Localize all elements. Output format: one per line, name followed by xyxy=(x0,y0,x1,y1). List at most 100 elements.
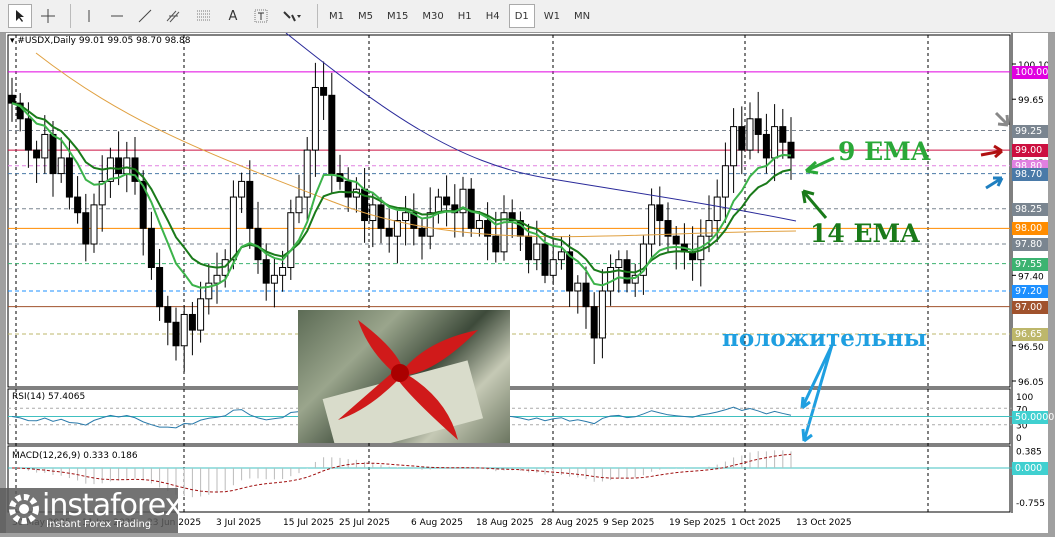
candle-body xyxy=(598,290,606,339)
candle-body xyxy=(188,313,196,331)
symbol-label: #USDX,Daily xyxy=(17,36,76,46)
candle-body xyxy=(557,251,565,261)
equidistant-channel-icon[interactable] xyxy=(161,4,187,28)
candle-body xyxy=(672,235,680,245)
price-tag: 97.80 xyxy=(1012,238,1048,252)
crosshair-tool[interactable] xyxy=(36,4,60,28)
candle-body xyxy=(443,196,451,206)
candle-body xyxy=(213,274,221,284)
text-label-icon[interactable] xyxy=(249,4,273,28)
candle-body xyxy=(279,267,287,276)
macd-tick: -0.755 xyxy=(1016,499,1045,509)
axis-tick-label: 96.05 xyxy=(1018,378,1044,388)
timeframe-m5[interactable]: M5 xyxy=(353,4,378,28)
candle-body xyxy=(467,188,475,229)
trendline-tool[interactable] xyxy=(133,4,157,28)
price-tag: 98.25 xyxy=(1012,202,1048,216)
candle-body xyxy=(385,227,393,237)
candle-body xyxy=(525,235,533,261)
arrows-dropdown-icon[interactable] xyxy=(277,4,307,28)
timeframe-mn[interactable]: MN xyxy=(569,4,595,28)
price-tag: 100.00 xyxy=(1012,65,1048,79)
candle-body xyxy=(270,274,278,284)
chart-canvas[interactable]: 100.1099.6598.8597.4096.5096.05100703000… xyxy=(6,32,1050,533)
logo-brand: instaforex xyxy=(42,488,182,523)
candle-body xyxy=(311,86,319,151)
candle-body xyxy=(648,204,656,245)
date-label: 18 Aug 2025 xyxy=(476,518,534,528)
timeframe-h1[interactable]: H1 xyxy=(453,4,477,28)
candle-body xyxy=(320,86,328,96)
timeframe-h4[interactable]: H4 xyxy=(481,4,505,28)
price-tag: 97.55 xyxy=(1012,257,1048,271)
candle-body xyxy=(533,243,541,261)
candle-body xyxy=(156,267,164,308)
ema9-annotation: 9 EMA xyxy=(838,137,931,166)
text-tool[interactable]: A xyxy=(221,4,245,28)
candle-body xyxy=(147,227,155,269)
timeframe-w1[interactable]: W1 xyxy=(539,4,565,28)
ohlc-values: 99.01 99.05 98.70 98.88 xyxy=(78,36,191,46)
timeframe-m15[interactable]: M15 xyxy=(382,4,413,28)
timeframe-m30[interactable]: M30 xyxy=(417,4,448,28)
candle-body xyxy=(492,235,500,253)
candle-body xyxy=(746,118,754,151)
blue-arrow xyxy=(985,176,1004,190)
candle-body xyxy=(582,282,590,308)
macd-label: MACD(12,26,9) 0.333 0.186 xyxy=(12,451,138,461)
date-label: 9 Sep 2025 xyxy=(603,518,654,528)
candle-body xyxy=(123,157,131,175)
rsi-tick: 0 xyxy=(1016,434,1022,444)
date-label: 25 Jul 2025 xyxy=(339,518,390,528)
candle-body xyxy=(229,196,237,261)
toolbar: A M1 M5 M15 M30 H1 H4 D1 W1 MN xyxy=(0,0,1055,33)
candle-body xyxy=(549,259,557,276)
candle-body xyxy=(615,259,623,269)
date-label: 15 Jul 2025 xyxy=(283,518,334,528)
positive-arrows xyxy=(800,344,834,443)
candle-body xyxy=(402,212,410,222)
candle-body xyxy=(295,196,303,214)
candle-body xyxy=(65,157,73,198)
candle-body xyxy=(369,204,377,222)
axis-tick-label: 96.50 xyxy=(1018,343,1044,353)
candle-body xyxy=(180,313,188,347)
red-arrow xyxy=(980,144,1003,159)
candle-body xyxy=(164,306,172,323)
gray-arrow xyxy=(994,111,1010,127)
candle-body xyxy=(779,126,787,143)
fibonacci-icon[interactable] xyxy=(191,4,217,28)
candle-body xyxy=(762,133,770,159)
candle-body xyxy=(328,94,336,175)
date-label: 19 Sep 2025 xyxy=(669,518,726,528)
candle-body xyxy=(434,196,442,214)
instaforex-logo: instaforex Instant Forex Trading xyxy=(0,488,182,533)
chart-window[interactable]: 100.1099.6598.8597.4096.5096.05100703000… xyxy=(6,32,1054,533)
timeframe-m1[interactable]: M1 xyxy=(324,4,349,28)
dollar-gift-photo xyxy=(298,310,510,443)
timeframe-d1[interactable]: D1 xyxy=(508,4,535,28)
candle-body xyxy=(82,212,90,245)
axis-tick-label: 97.40 xyxy=(1018,272,1044,282)
candle-body xyxy=(57,157,65,175)
candle-body xyxy=(8,94,16,104)
price-tag: 96.65 xyxy=(1012,328,1048,342)
ema14-annotation: 14 EMA xyxy=(810,219,920,248)
candle-body xyxy=(344,180,352,198)
rsi-label: RSI(14) 57.4065 xyxy=(12,392,86,402)
candle-body xyxy=(590,306,598,339)
horizontal-line-tool[interactable] xyxy=(105,4,129,28)
candle-body xyxy=(754,118,762,135)
price-tag: 99.25 xyxy=(1012,124,1048,138)
ema14-arrow xyxy=(801,189,828,219)
date-label: 13 Oct 2025 xyxy=(796,518,852,528)
logo-tagline: Instant Forex Trading xyxy=(46,519,152,530)
positive-annotation: положительны xyxy=(722,325,927,352)
vertical-line-tool[interactable] xyxy=(77,4,101,28)
candle-body xyxy=(49,133,57,175)
candle-body xyxy=(287,212,295,269)
candle-body xyxy=(90,204,98,245)
cursor-tool[interactable] xyxy=(8,4,32,28)
price-tag: 97.20 xyxy=(1012,284,1048,298)
date-label: 28 Aug 2025 xyxy=(541,518,599,528)
